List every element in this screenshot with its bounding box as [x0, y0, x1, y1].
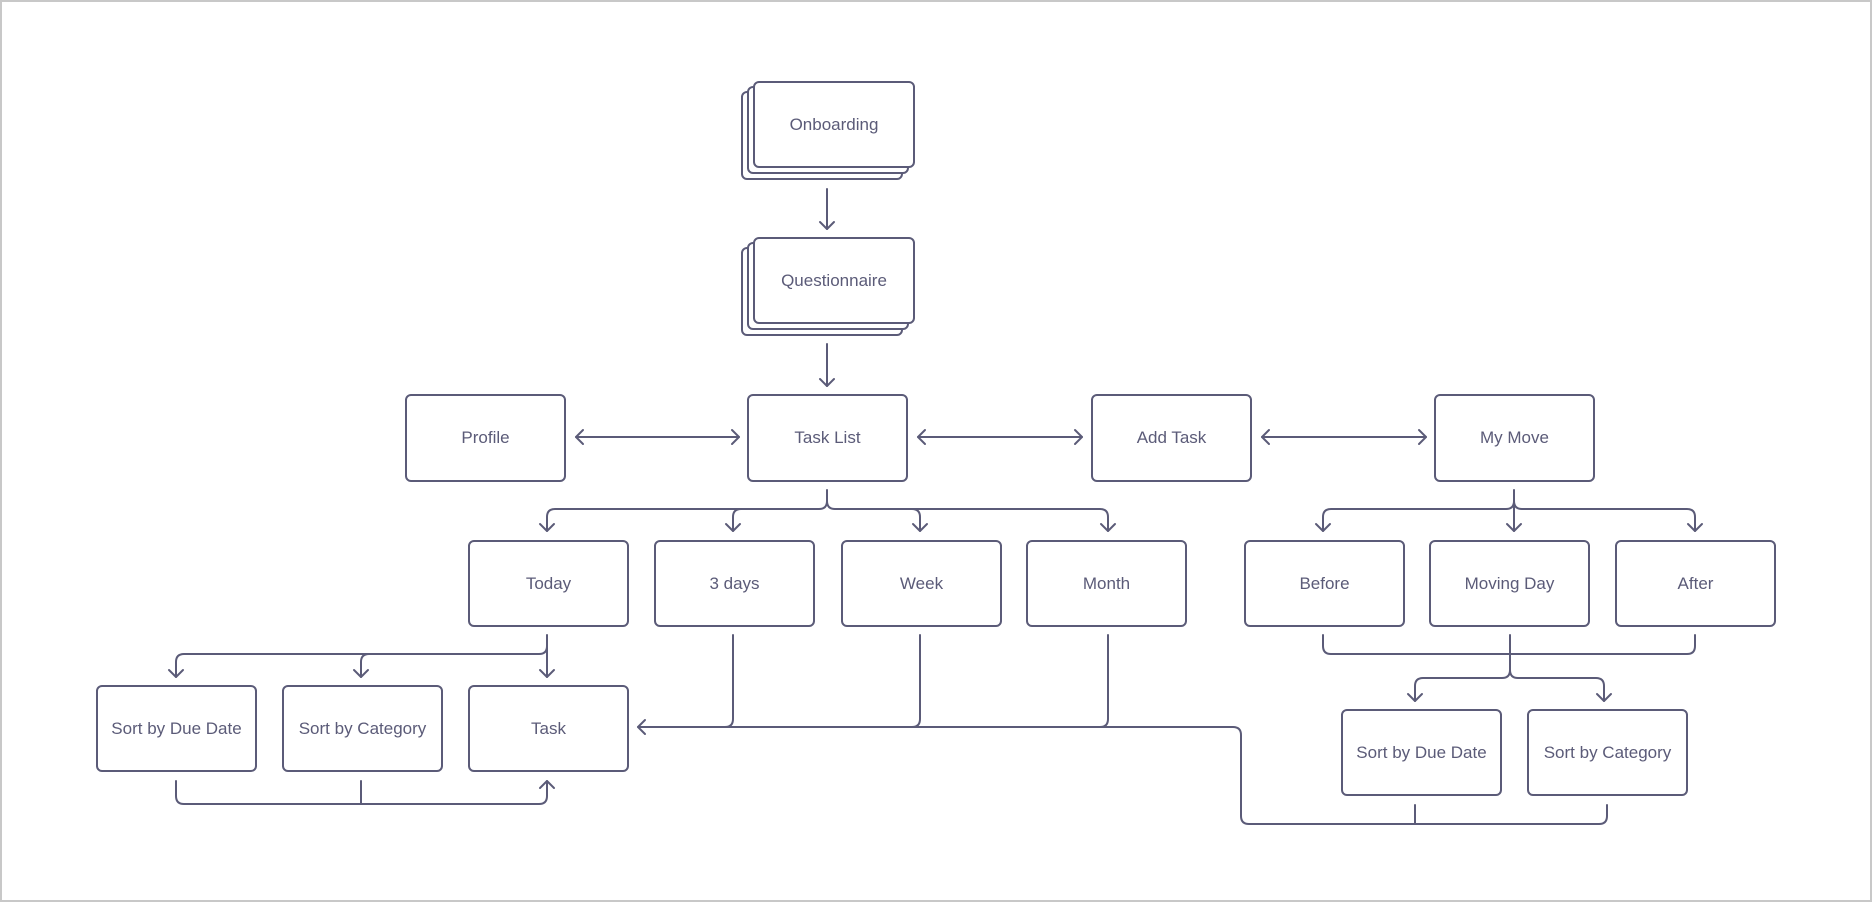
node-label: Week: [899, 573, 944, 593]
edge-addtask-mymove: [1261, 429, 1427, 445]
node-label: After: [1677, 573, 1714, 593]
node-label: Add Task: [1136, 428, 1207, 447]
node-label: Before: [1299, 573, 1350, 593]
node-label: Task: [531, 718, 566, 738]
node-label: Sort by Due Date: [1356, 742, 1487, 762]
node-3-days[interactable]: 3 days: [654, 540, 815, 627]
node-label: Task List: [794, 428, 861, 447]
node-questionnaire[interactable]: Questionnaire: [753, 237, 915, 324]
node-today[interactable]: Today: [468, 540, 629, 627]
edge-onboarding-questionnaire: [819, 188, 835, 230]
node-label: Sort by Due Date: [111, 718, 242, 738]
node-label: Sort by Category: [1543, 742, 1672, 762]
edge-today-branch: [168, 634, 555, 678]
edge-phases-to-sort: [1322, 634, 1696, 702]
node-label: Sort by Category: [298, 718, 427, 738]
node-label: Profile: [461, 428, 510, 447]
node-month[interactable]: Month: [1026, 540, 1187, 627]
edge-tasklist-branch: [539, 489, 1116, 532]
node-onboarding[interactable]: Onboarding: [753, 81, 915, 168]
edge-mymove-branch: [1315, 489, 1703, 532]
node-label: My Move: [1480, 428, 1549, 447]
node-profile[interactable]: Profile: [405, 394, 566, 482]
node-label: Moving Day: [1464, 573, 1555, 593]
node-task[interactable]: Task: [468, 685, 629, 772]
node-label: Onboarding: [789, 114, 879, 134]
node-sort-category-right[interactable]: Sort by Category: [1527, 709, 1688, 796]
node-task-list[interactable]: Task List: [747, 394, 908, 482]
node-add-task[interactable]: Add Task: [1091, 394, 1252, 482]
node-my-move[interactable]: My Move: [1434, 394, 1595, 482]
node-sort-category-left[interactable]: Sort by Category: [282, 685, 443, 772]
node-before[interactable]: Before: [1244, 540, 1405, 627]
edge-profile-tasklist: [575, 429, 740, 445]
node-sort-due-date-left[interactable]: Sort by Due Date: [96, 685, 257, 772]
node-sort-due-date-right[interactable]: Sort by Due Date: [1341, 709, 1502, 796]
node-label: Questionnaire: [781, 270, 887, 290]
node-week[interactable]: Week: [841, 540, 1002, 627]
node-after[interactable]: After: [1615, 540, 1776, 627]
edge-leftsort-to-task: [175, 780, 555, 805]
node-moving-day[interactable]: Moving Day: [1429, 540, 1590, 627]
edge-tasklist-addtask: [917, 429, 1083, 445]
node-label: Today: [525, 573, 572, 593]
node-label: 3 days: [709, 573, 760, 593]
node-label: Month: [1082, 573, 1131, 593]
edge-questionnaire-tasklist: [819, 343, 835, 387]
